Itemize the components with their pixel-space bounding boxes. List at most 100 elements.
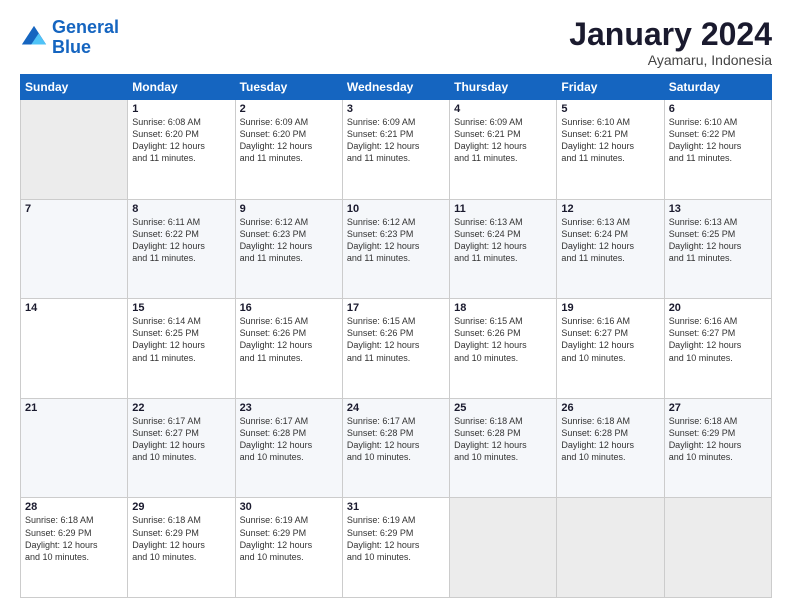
day-number: 31 xyxy=(347,501,445,513)
day-number: 5 xyxy=(561,103,659,115)
calendar-cell: 4Sunrise: 6:09 AM Sunset: 6:21 PM Daylig… xyxy=(450,100,557,200)
calendar-week-row: 78Sunrise: 6:11 AM Sunset: 6:22 PM Dayli… xyxy=(21,199,772,299)
calendar-cell: 29Sunrise: 6:18 AM Sunset: 6:29 PM Dayli… xyxy=(128,498,235,598)
calendar-cell: 8Sunrise: 6:11 AM Sunset: 6:22 PM Daylig… xyxy=(128,199,235,299)
day-info: Sunrise: 6:15 AM Sunset: 6:26 PM Dayligh… xyxy=(347,315,445,364)
calendar-cell: 26Sunrise: 6:18 AM Sunset: 6:28 PM Dayli… xyxy=(557,398,664,498)
day-info: Sunrise: 6:17 AM Sunset: 6:27 PM Dayligh… xyxy=(132,415,230,464)
day-number: 22 xyxy=(132,402,230,414)
day-number: 18 xyxy=(454,302,552,314)
day-info: Sunrise: 6:08 AM Sunset: 6:20 PM Dayligh… xyxy=(132,116,230,165)
page: General Blue January 2024 Ayamaru, Indon… xyxy=(0,0,792,612)
calendar-week-row: 28Sunrise: 6:18 AM Sunset: 6:29 PM Dayli… xyxy=(21,498,772,598)
day-number: 24 xyxy=(347,402,445,414)
day-number: 2 xyxy=(240,103,338,115)
day-number: 7 xyxy=(25,203,123,215)
day-number: 15 xyxy=(132,302,230,314)
day-info: Sunrise: 6:14 AM Sunset: 6:25 PM Dayligh… xyxy=(132,315,230,364)
day-info: Sunrise: 6:17 AM Sunset: 6:28 PM Dayligh… xyxy=(347,415,445,464)
day-of-week-header: Tuesday xyxy=(235,75,342,100)
day-of-week-header: Monday xyxy=(128,75,235,100)
calendar-cell: 11Sunrise: 6:13 AM Sunset: 6:24 PM Dayli… xyxy=(450,199,557,299)
day-number: 13 xyxy=(669,203,767,215)
day-number: 14 xyxy=(25,302,123,314)
day-of-week-header: Thursday xyxy=(450,75,557,100)
calendar-cell: 6Sunrise: 6:10 AM Sunset: 6:22 PM Daylig… xyxy=(664,100,771,200)
day-number: 1 xyxy=(132,103,230,115)
day-number: 11 xyxy=(454,203,552,215)
calendar-cell: 28Sunrise: 6:18 AM Sunset: 6:29 PM Dayli… xyxy=(21,498,128,598)
logo: General Blue xyxy=(20,18,119,58)
day-info: Sunrise: 6:15 AM Sunset: 6:26 PM Dayligh… xyxy=(454,315,552,364)
day-info: Sunrise: 6:18 AM Sunset: 6:28 PM Dayligh… xyxy=(561,415,659,464)
day-number: 10 xyxy=(347,203,445,215)
day-info: Sunrise: 6:18 AM Sunset: 6:29 PM Dayligh… xyxy=(669,415,767,464)
calendar-cell: 20Sunrise: 6:16 AM Sunset: 6:27 PM Dayli… xyxy=(664,299,771,399)
calendar-week-row: 2122Sunrise: 6:17 AM Sunset: 6:27 PM Day… xyxy=(21,398,772,498)
day-number: 19 xyxy=(561,302,659,314)
day-number: 27 xyxy=(669,402,767,414)
header: General Blue January 2024 Ayamaru, Indon… xyxy=(20,18,772,68)
day-info: Sunrise: 6:09 AM Sunset: 6:21 PM Dayligh… xyxy=(454,116,552,165)
title-block: January 2024 Ayamaru, Indonesia xyxy=(569,18,772,68)
day-number: 3 xyxy=(347,103,445,115)
day-info: Sunrise: 6:09 AM Sunset: 6:21 PM Dayligh… xyxy=(347,116,445,165)
day-info: Sunrise: 6:12 AM Sunset: 6:23 PM Dayligh… xyxy=(347,216,445,265)
calendar-week-row: 1Sunrise: 6:08 AM Sunset: 6:20 PM Daylig… xyxy=(21,100,772,200)
calendar: SundayMondayTuesdayWednesdayThursdayFrid… xyxy=(20,74,772,598)
day-number: 17 xyxy=(347,302,445,314)
day-info: Sunrise: 6:15 AM Sunset: 6:26 PM Dayligh… xyxy=(240,315,338,364)
month-title: January 2024 xyxy=(569,18,772,50)
day-info: Sunrise: 6:18 AM Sunset: 6:28 PM Dayligh… xyxy=(454,415,552,464)
day-number: 16 xyxy=(240,302,338,314)
calendar-cell: 15Sunrise: 6:14 AM Sunset: 6:25 PM Dayli… xyxy=(128,299,235,399)
calendar-cell: 5Sunrise: 6:10 AM Sunset: 6:21 PM Daylig… xyxy=(557,100,664,200)
day-info: Sunrise: 6:11 AM Sunset: 6:22 PM Dayligh… xyxy=(132,216,230,265)
calendar-cell: 16Sunrise: 6:15 AM Sunset: 6:26 PM Dayli… xyxy=(235,299,342,399)
calendar-cell: 23Sunrise: 6:17 AM Sunset: 6:28 PM Dayli… xyxy=(235,398,342,498)
day-number: 4 xyxy=(454,103,552,115)
day-info: Sunrise: 6:18 AM Sunset: 6:29 PM Dayligh… xyxy=(132,514,230,563)
day-number: 26 xyxy=(561,402,659,414)
calendar-week-row: 14 15Sunrise: 6:14 AM Sunset: 6:25 PM Day… xyxy=(21,299,772,399)
calendar-header-row: SundayMondayTuesdayWednesdayThursdayFrid… xyxy=(21,75,772,100)
day-of-week-header: Friday xyxy=(557,75,664,100)
day-info: Sunrise: 6:09 AM Sunset: 6:20 PM Dayligh… xyxy=(240,116,338,165)
day-info: Sunrise: 6:10 AM Sunset: 6:22 PM Dayligh… xyxy=(669,116,767,165)
day-number: 6 xyxy=(669,103,767,115)
calendar-cell: 30Sunrise: 6:19 AM Sunset: 6:29 PM Dayli… xyxy=(235,498,342,598)
day-number: 30 xyxy=(240,501,338,513)
day-info: Sunrise: 6:18 AM Sunset: 6:29 PM Dayligh… xyxy=(25,514,123,563)
calendar-cell xyxy=(557,498,664,598)
day-info: Sunrise: 6:12 AM Sunset: 6:23 PM Dayligh… xyxy=(240,216,338,265)
calendar-cell: 2Sunrise: 6:09 AM Sunset: 6:20 PM Daylig… xyxy=(235,100,342,200)
calendar-cell: 17Sunrise: 6:15 AM Sunset: 6:26 PM Dayli… xyxy=(342,299,449,399)
day-info: Sunrise: 6:13 AM Sunset: 6:24 PM Dayligh… xyxy=(454,216,552,265)
day-info: Sunrise: 6:17 AM Sunset: 6:28 PM Dayligh… xyxy=(240,415,338,464)
calendar-cell: 22Sunrise: 6:17 AM Sunset: 6:27 PM Dayli… xyxy=(128,398,235,498)
calendar-cell: 9Sunrise: 6:12 AM Sunset: 6:23 PM Daylig… xyxy=(235,199,342,299)
day-info: Sunrise: 6:10 AM Sunset: 6:21 PM Dayligh… xyxy=(561,116,659,165)
calendar-cell xyxy=(664,498,771,598)
day-of-week-header: Saturday xyxy=(664,75,771,100)
day-number: 12 xyxy=(561,203,659,215)
logo-icon xyxy=(20,24,48,52)
day-number: 8 xyxy=(132,203,230,215)
day-info: Sunrise: 6:16 AM Sunset: 6:27 PM Dayligh… xyxy=(669,315,767,364)
calendar-cell: 14 xyxy=(21,299,128,399)
day-number: 25 xyxy=(454,402,552,414)
logo-text: General Blue xyxy=(52,18,119,58)
calendar-cell: 12Sunrise: 6:13 AM Sunset: 6:24 PM Dayli… xyxy=(557,199,664,299)
logo-line1: General xyxy=(52,17,119,37)
day-info: Sunrise: 6:16 AM Sunset: 6:27 PM Dayligh… xyxy=(561,315,659,364)
day-number: 9 xyxy=(240,203,338,215)
day-number: 29 xyxy=(132,501,230,513)
calendar-cell: 18Sunrise: 6:15 AM Sunset: 6:26 PM Dayli… xyxy=(450,299,557,399)
day-of-week-header: Sunday xyxy=(21,75,128,100)
calendar-cell: 1Sunrise: 6:08 AM Sunset: 6:20 PM Daylig… xyxy=(128,100,235,200)
calendar-cell: 7 xyxy=(21,199,128,299)
calendar-cell: 21 xyxy=(21,398,128,498)
calendar-cell: 24Sunrise: 6:17 AM Sunset: 6:28 PM Dayli… xyxy=(342,398,449,498)
calendar-cell: 19Sunrise: 6:16 AM Sunset: 6:27 PM Dayli… xyxy=(557,299,664,399)
calendar-cell: 27Sunrise: 6:18 AM Sunset: 6:29 PM Dayli… xyxy=(664,398,771,498)
